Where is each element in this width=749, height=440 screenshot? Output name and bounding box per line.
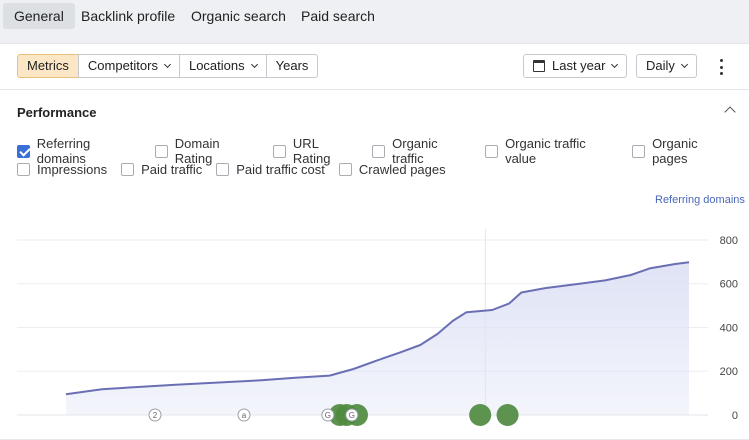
checkbox-icon[interactable] <box>485 144 499 158</box>
date-range-dropdown[interactable]: Last year <box>523 54 628 78</box>
checkbox-checked-icon[interactable] <box>17 144 30 158</box>
annotation-label: 2 <box>153 411 158 420</box>
tab-organic-search[interactable]: Organic search <box>180 3 297 29</box>
metric-checkbox-organic-pages[interactable]: Organic pages <box>632 136 735 166</box>
event-marker <box>496 404 519 426</box>
tab-general[interactable]: General <box>3 3 75 29</box>
metrics-label: Metrics <box>27 58 69 73</box>
checkbox-icon[interactable] <box>632 144 646 158</box>
metric-checkbox-row-2: Impressions Paid traffic Paid traffic cost… <box>17 162 460 177</box>
tab-paid-search[interactable]: Paid search <box>290 3 386 29</box>
chart-toolbar: Metrics Competitors Locations Years Last… <box>0 44 749 90</box>
chevron-down-icon <box>250 60 258 69</box>
annotation-label: a <box>242 411 247 420</box>
y-tick-label: 0 <box>732 410 738 422</box>
years-button[interactable]: Years <box>265 54 319 78</box>
annotation-label: G <box>325 411 331 420</box>
metric-checkbox-organic-traffic-value[interactable]: Organic traffic value <box>485 136 618 166</box>
checkbox-icon[interactable] <box>372 144 386 158</box>
tab-backlink-profile[interactable]: Backlink profile <box>70 3 186 29</box>
locations-dropdown[interactable]: Locations <box>178 54 267 78</box>
metric-label: Paid traffic cost <box>236 162 325 177</box>
y-tick-label: 400 <box>720 322 738 334</box>
chevron-down-icon <box>163 60 172 69</box>
date-range-label: Last year <box>552 58 606 73</box>
checkbox-icon[interactable] <box>273 144 286 158</box>
metric-label: Paid traffic <box>141 162 203 177</box>
view-segment-control: Metrics Competitors Locations Years <box>17 54 319 78</box>
collapse-chevron-icon[interactable] <box>724 106 736 118</box>
checkbox-icon[interactable] <box>216 163 230 176</box>
metric-checkbox-paid-traffic[interactable]: Paid traffic <box>121 162 202 177</box>
event-marker <box>469 404 492 426</box>
top-tab-bar: General Backlink profile Organic search … <box>0 0 749 43</box>
metrics-button[interactable]: Metrics <box>17 54 79 78</box>
y-tick-label: 800 <box>720 235 738 247</box>
years-label: Years <box>275 58 309 73</box>
metric-checkbox-paid-traffic-cost[interactable]: Paid traffic cost <box>216 162 325 177</box>
metric-checkbox-crawled-pages[interactable]: Crawled pages <box>338 162 446 177</box>
metric-label: Organic traffic value <box>505 136 586 166</box>
checkbox-icon[interactable] <box>155 144 168 158</box>
metric-label: Impressions <box>37 162 108 177</box>
chevron-down-icon <box>680 60 688 69</box>
y-tick-label: 200 <box>720 366 738 378</box>
competitors-dropdown[interactable]: Competitors <box>77 54 180 78</box>
series-axis-label: Referring domains <box>655 194 745 206</box>
annotation-label: G <box>349 411 355 420</box>
y-tick-label: 600 <box>720 279 738 291</box>
locations-label: Locations <box>188 58 245 73</box>
referring-domains-area <box>66 262 689 415</box>
checkbox-icon[interactable] <box>121 163 135 176</box>
metric-label: Organic pages <box>652 136 698 166</box>
metric-checkbox-impressions[interactable]: Impressions <box>17 162 107 177</box>
competitors-label: Competitors <box>87 58 158 73</box>
performance-card: Metrics Competitors Locations Years Last… <box>0 43 749 440</box>
checkbox-icon[interactable] <box>17 163 30 176</box>
referring-domains-chart: 020040060080029 Jun 202420 Aug 202411 Oc… <box>17 229 738 426</box>
section-title: Performance <box>17 105 97 120</box>
more-options-icon[interactable] <box>717 59 725 75</box>
chevron-down-icon <box>611 60 619 69</box>
granularity-label: Daily <box>646 58 675 73</box>
checkbox-icon[interactable] <box>338 163 352 176</box>
granularity-dropdown[interactable]: Daily <box>636 54 697 78</box>
calendar-icon <box>533 60 545 72</box>
metric-label: Crawled pages <box>358 162 446 177</box>
